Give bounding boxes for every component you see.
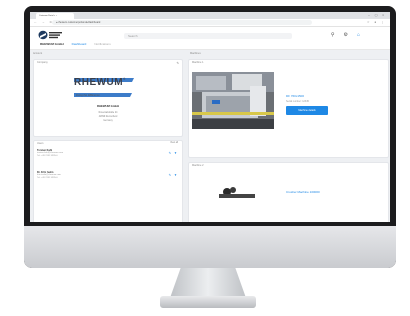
account-section-label: Account <box>33 52 43 55</box>
company-logo-icon[interactable] <box>38 30 64 40</box>
user-phone: Tel: +49 2191 5995-0 <box>37 155 58 157</box>
users-card-title: Users <box>37 142 44 145</box>
url-field[interactable]: ● rhewum.customerportal.de/dashboard <box>52 20 312 25</box>
machine-card: Machine 2 Crusher Machine 100000 <box>188 162 389 222</box>
address-line: Rosentalstraße 24 <box>98 112 118 114</box>
machine-title[interactable]: Crusher Machine 100000 <box>286 190 320 194</box>
machine-card-title: Machine 2 <box>192 164 204 167</box>
machine-photo-icon[interactable] <box>207 184 267 198</box>
machine-serial: Serial number: 12345 <box>286 100 309 103</box>
machine-title[interactable]: DF 760x1500 <box>286 94 304 98</box>
company-card: Company ✎ RHEWUM® Doing the Difference R… <box>33 59 183 137</box>
pin-icon[interactable]: ⚲ <box>331 32 335 38</box>
company-name: RHEWUM GmbH <box>96 104 120 108</box>
machine-photo-icon[interactable] <box>192 72 274 129</box>
screen: Customer Portal × + – ▢ × ← → C ● rhewum… <box>30 12 390 222</box>
tab-dashboard[interactable]: Dashboard <box>72 42 87 46</box>
browser-tab-bar: Customer Portal × + – ▢ × <box>30 12 390 19</box>
machines-section-label: Machines <box>190 52 201 55</box>
nav-tabs: RHEWUM GmbH Dashboard Notifications <box>40 42 111 46</box>
company-card-title: Company <box>37 61 48 64</box>
address-bar: ← → C ● rhewum.customerportal.de/dashboa… <box>30 19 390 27</box>
user-phone: Tel: +49 2191 5995-0 <box>37 177 58 179</box>
address-line: Germany <box>103 120 113 122</box>
search-input[interactable]: Search <box>124 33 292 39</box>
list-item: Torsten Kahl torsten.kahl@rhewum.com Tel… <box>37 149 63 158</box>
machine-details-button[interactable]: Machine details <box>286 106 328 115</box>
tab-notifications[interactable]: Notifications <box>94 42 110 46</box>
user-actions-icon[interactable]: ✎ ▼ <box>169 151 178 155</box>
home-icon[interactable]: ⌂ <box>357 32 360 38</box>
edit-icon[interactable]: ✎ <box>176 61 179 65</box>
window-controls[interactable]: – ▢ × <box>368 13 386 17</box>
monitor-stand-foot <box>160 296 256 308</box>
gear-icon[interactable]: ⚙ <box>343 32 347 38</box>
address-line: 42899 Remscheid <box>98 116 118 118</box>
company-tagline: Doing the Difference <box>76 94 100 97</box>
browser-toolbar-icons[interactable]: ☆ ● ⋮ <box>367 20 386 24</box>
main-content: Account Machines Company ✎ RHEWUM® Doing… <box>30 50 390 222</box>
users-card: Users View all Torsten Kahl torsten.kahl… <box>33 140 183 222</box>
monitor-chin <box>24 226 396 268</box>
tab-company[interactable]: RHEWUM GmbH <box>40 42 64 46</box>
view-all-link[interactable]: View all <box>170 142 178 144</box>
machine-card-title: Machine 1 <box>192 61 204 64</box>
nav-buttons-icon[interactable]: ← → C <box>34 20 54 24</box>
machine-card: Machine 1 DF 760x1500 Serial number: 123… <box>188 59 389 158</box>
app-header: Search ⚲ ⚙ ⌂ RHEWUM GmbH Dashboard Notif… <box>30 27 390 50</box>
list-item: Dr. Fritz Ivelin fritz.ivelin@rhewum.com… <box>37 171 61 180</box>
user-actions-icon[interactable]: ✎ ▼ <box>169 173 178 177</box>
monitor-stand-neck <box>170 268 246 298</box>
company-logo-text: RHEWUM® <box>74 77 126 88</box>
